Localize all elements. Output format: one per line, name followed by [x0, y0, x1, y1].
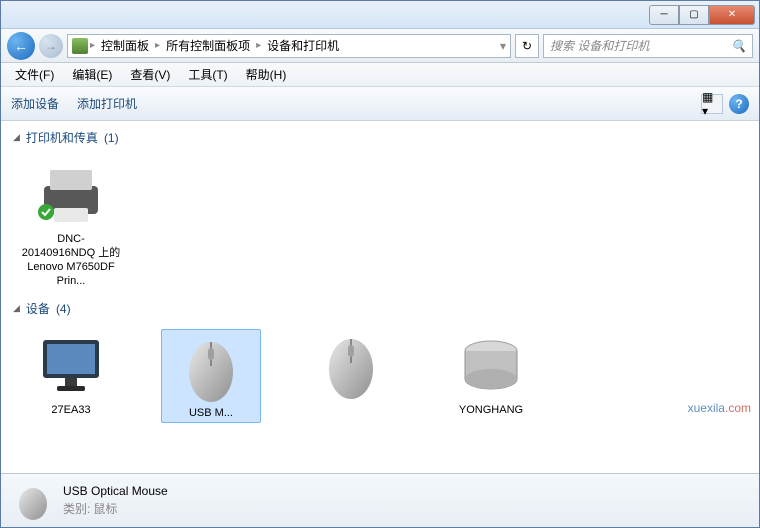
forward-button[interactable]: → — [39, 34, 63, 58]
search-placeholder: 搜索 设备和打印机 — [550, 37, 649, 54]
menu-tools[interactable]: 工具(T) — [180, 64, 235, 85]
navbar: ← → ▸ 控制面板 ▸ 所有控制面板项 ▸ 设备和打印机 ▾ ↻ 搜索 设备和… — [1, 29, 759, 63]
chevron-right-icon: ▸ — [90, 40, 95, 51]
collapse-icon: ◢ — [13, 132, 20, 143]
monitor-icon — [21, 329, 121, 401]
dropdown-icon[interactable]: ▾ — [500, 39, 506, 53]
monitor-item[interactable]: 27EA33 — [21, 329, 121, 423]
device-label: DNC-20140916NDQ 上的 Lenovo M7650DF Prin..… — [21, 232, 121, 288]
search-input[interactable]: 搜索 设备和打印机 🔍 — [543, 34, 753, 58]
selected-device-title: USB Optical Mouse — [63, 484, 168, 498]
drive-item[interactable]: YONGHANG — [441, 329, 541, 423]
printer-icon — [21, 158, 121, 230]
collapse-icon: ◢ — [13, 303, 20, 314]
device-label: USB M... — [164, 406, 258, 420]
section-count: (1) — [104, 131, 119, 145]
toolbar: 添加设备 添加打印机 ▦ ▾ ? — [1, 87, 759, 121]
chevron-right-icon: ▸ — [256, 40, 261, 51]
mouse-item[interactable] — [301, 329, 401, 423]
menu-edit[interactable]: 编辑(E) — [64, 64, 120, 85]
minimize-button[interactable]: ─ — [649, 5, 679, 25]
add-printer-button[interactable]: 添加打印机 — [77, 95, 137, 112]
chevron-right-icon: ▸ — [155, 40, 160, 51]
selected-device-category: 类别: 鼠标 — [63, 500, 168, 517]
section-printers[interactable]: ◢ 打印机和传真 (1) — [1, 125, 759, 150]
breadcrumb-item[interactable]: 所有控制面板项 — [162, 37, 254, 54]
section-title: 打印机和传真 — [26, 129, 98, 146]
breadcrumb-item[interactable]: 控制面板 — [97, 37, 153, 54]
watermark: xuexila.com — [688, 400, 751, 415]
menu-help[interactable]: 帮助(H) — [238, 64, 295, 85]
device-label: 27EA33 — [21, 403, 121, 417]
close-button[interactable]: ✕ — [709, 5, 755, 25]
search-icon: 🔍 — [731, 39, 746, 53]
menu-file[interactable]: 文件(F) — [7, 64, 62, 85]
control-panel-icon — [72, 38, 88, 54]
mouse-item-selected[interactable]: USB M... — [161, 329, 261, 423]
section-title: 设备 — [26, 300, 50, 317]
add-device-button[interactable]: 添加设备 — [11, 95, 59, 112]
help-icon[interactable]: ? — [729, 94, 749, 114]
titlebar: ─ ▢ ✕ — [1, 1, 759, 29]
mouse-icon — [301, 329, 401, 401]
menubar: 文件(F) 编辑(E) 查看(V) 工具(T) 帮助(H) — [1, 63, 759, 87]
breadcrumb-item[interactable]: 设备和打印机 — [263, 37, 343, 54]
drive-icon — [441, 329, 541, 401]
details-panel: USB Optical Mouse 类别: 鼠标 — [1, 473, 759, 527]
section-devices[interactable]: ◢ 设备 (4) — [1, 296, 759, 321]
section-count: (4) — [56, 302, 71, 316]
maximize-button[interactable]: ▢ — [679, 5, 709, 25]
menu-view[interactable]: 查看(V) — [122, 64, 178, 85]
back-button[interactable]: ← — [7, 32, 35, 60]
mouse-icon — [164, 332, 258, 404]
selected-device-icon — [13, 482, 53, 520]
device-label: YONGHANG — [441, 403, 541, 417]
view-options-button[interactable]: ▦ ▾ — [701, 94, 723, 114]
printer-item[interactable]: DNC-20140916NDQ 上的 Lenovo M7650DF Prin..… — [21, 158, 121, 288]
content-area: ◢ 打印机和传真 (1) DNC-20140916NDQ 上的 Lenovo M… — [1, 121, 759, 473]
breadcrumb[interactable]: ▸ 控制面板 ▸ 所有控制面板项 ▸ 设备和打印机 ▾ — [67, 34, 511, 58]
refresh-button[interactable]: ↻ — [515, 34, 539, 58]
